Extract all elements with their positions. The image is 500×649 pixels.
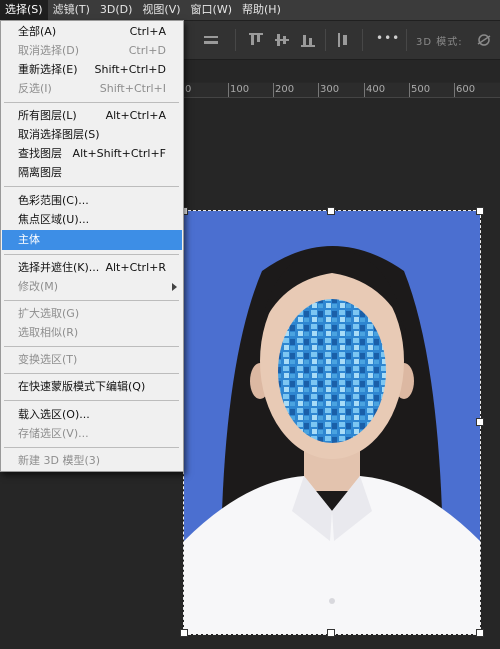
menu-separator [4, 346, 179, 347]
menu-item-save-selection[interactable]: 存储选区(V)... [2, 424, 182, 444]
menu-separator [4, 400, 179, 401]
menu-item-all-layers[interactable]: 所有图层(L) Alt+Ctrl+A [2, 106, 182, 126]
align-horizontal-icon[interactable] [203, 32, 219, 48]
ruler-label: 100 [230, 84, 250, 95]
menu-item-isolate-layers[interactable]: 隔离图层 [2, 163, 182, 183]
menu-item-grow[interactable]: 扩大选取(G) [2, 304, 182, 324]
select-dropdown-menu: 全部(A) Ctrl+A 取消选择(D) Ctrl+D 重新选择(E) Shift+C… [0, 20, 184, 472]
menu-item-color-range[interactable]: 色彩范围(C)... [2, 191, 182, 211]
menu-item-deselect[interactable]: 取消选择(D) Ctrl+D [2, 41, 182, 61]
menu-separator [4, 102, 179, 103]
menu-filter[interactable]: 滤镜(T) [48, 0, 95, 20]
ruler-label: 200 [275, 84, 295, 95]
ruler-label: 600 [456, 84, 476, 95]
transform-handle[interactable] [476, 207, 484, 215]
transform-handle[interactable] [327, 629, 335, 637]
distribute-icon[interactable] [336, 32, 352, 48]
align-vertical-center-icon[interactable] [274, 32, 290, 48]
menu-separator [4, 373, 179, 374]
menu-bar: 选择(S) 滤镜(T) 3D(D) 视图(V) 窗口(W) 帮助(H) [0, 0, 500, 21]
transform-handle[interactable] [476, 629, 484, 637]
menu-separator [4, 300, 179, 301]
ruler-label: 500 [411, 84, 431, 95]
menu-item-transform-selection[interactable]: 变换选区(T) [2, 350, 182, 370]
ruler-label: 400 [366, 84, 386, 95]
menu-item-focus-area[interactable]: 焦点区域(U)... [2, 210, 182, 230]
menu-help[interactable]: 帮助(H) [237, 0, 286, 20]
menu-item-new-3d-model[interactable]: 新建 3D 模型(3) [2, 451, 182, 471]
menu-item-load-selection[interactable]: 载入选区(O)... [2, 405, 182, 425]
align-bottom-icon[interactable] [300, 32, 316, 48]
menu-separator [4, 186, 179, 187]
menu-3d[interactable]: 3D(D) [95, 0, 138, 20]
ruler-label: 300 [320, 84, 340, 95]
menu-separator [4, 254, 179, 255]
menu-item-quick-mask[interactable]: 在快速蒙版模式下编辑(Q) [2, 377, 182, 397]
submenu-arrow-icon [172, 283, 177, 291]
menu-item-select-and-mask[interactable]: 选择并遮住(K)... Alt+Ctrl+R [2, 258, 182, 278]
portrait-photo[interactable] [184, 211, 480, 634]
menu-view[interactable]: 视图(V) [137, 0, 185, 20]
menu-item-deselect-layers[interactable]: 取消选择图层(S) [2, 125, 182, 145]
more-options-button[interactable]: ••• [376, 31, 400, 45]
3d-orbit-icon[interactable] [476, 32, 492, 48]
menu-item-modify[interactable]: 修改(M) [2, 277, 182, 297]
menu-item-similar[interactable]: 选取相似(R) [2, 323, 182, 343]
menu-separator [4, 447, 179, 448]
transform-handle[interactable] [180, 629, 188, 637]
menu-item-find-layers[interactable]: 查找图层 Alt+Shift+Ctrl+F [2, 144, 182, 164]
menu-select[interactable]: 选择(S) [0, 0, 48, 20]
menu-item-reselect[interactable]: 重新选择(E) Shift+Ctrl+D [2, 60, 182, 80]
menu-item-subject[interactable]: 主体 [2, 230, 182, 250]
align-top-icon[interactable] [248, 32, 264, 48]
menu-window[interactable]: 窗口(W) [186, 0, 237, 20]
ruler-label: 0 [185, 84, 192, 95]
menu-item-all[interactable]: 全部(A) Ctrl+A [2, 22, 182, 42]
3d-mode-label: 3D 模式: [416, 37, 463, 48]
transform-handle[interactable] [327, 207, 335, 215]
transform-handle[interactable] [476, 418, 484, 426]
menu-item-inverse[interactable]: 反选(I) Shift+Ctrl+I [2, 79, 182, 99]
